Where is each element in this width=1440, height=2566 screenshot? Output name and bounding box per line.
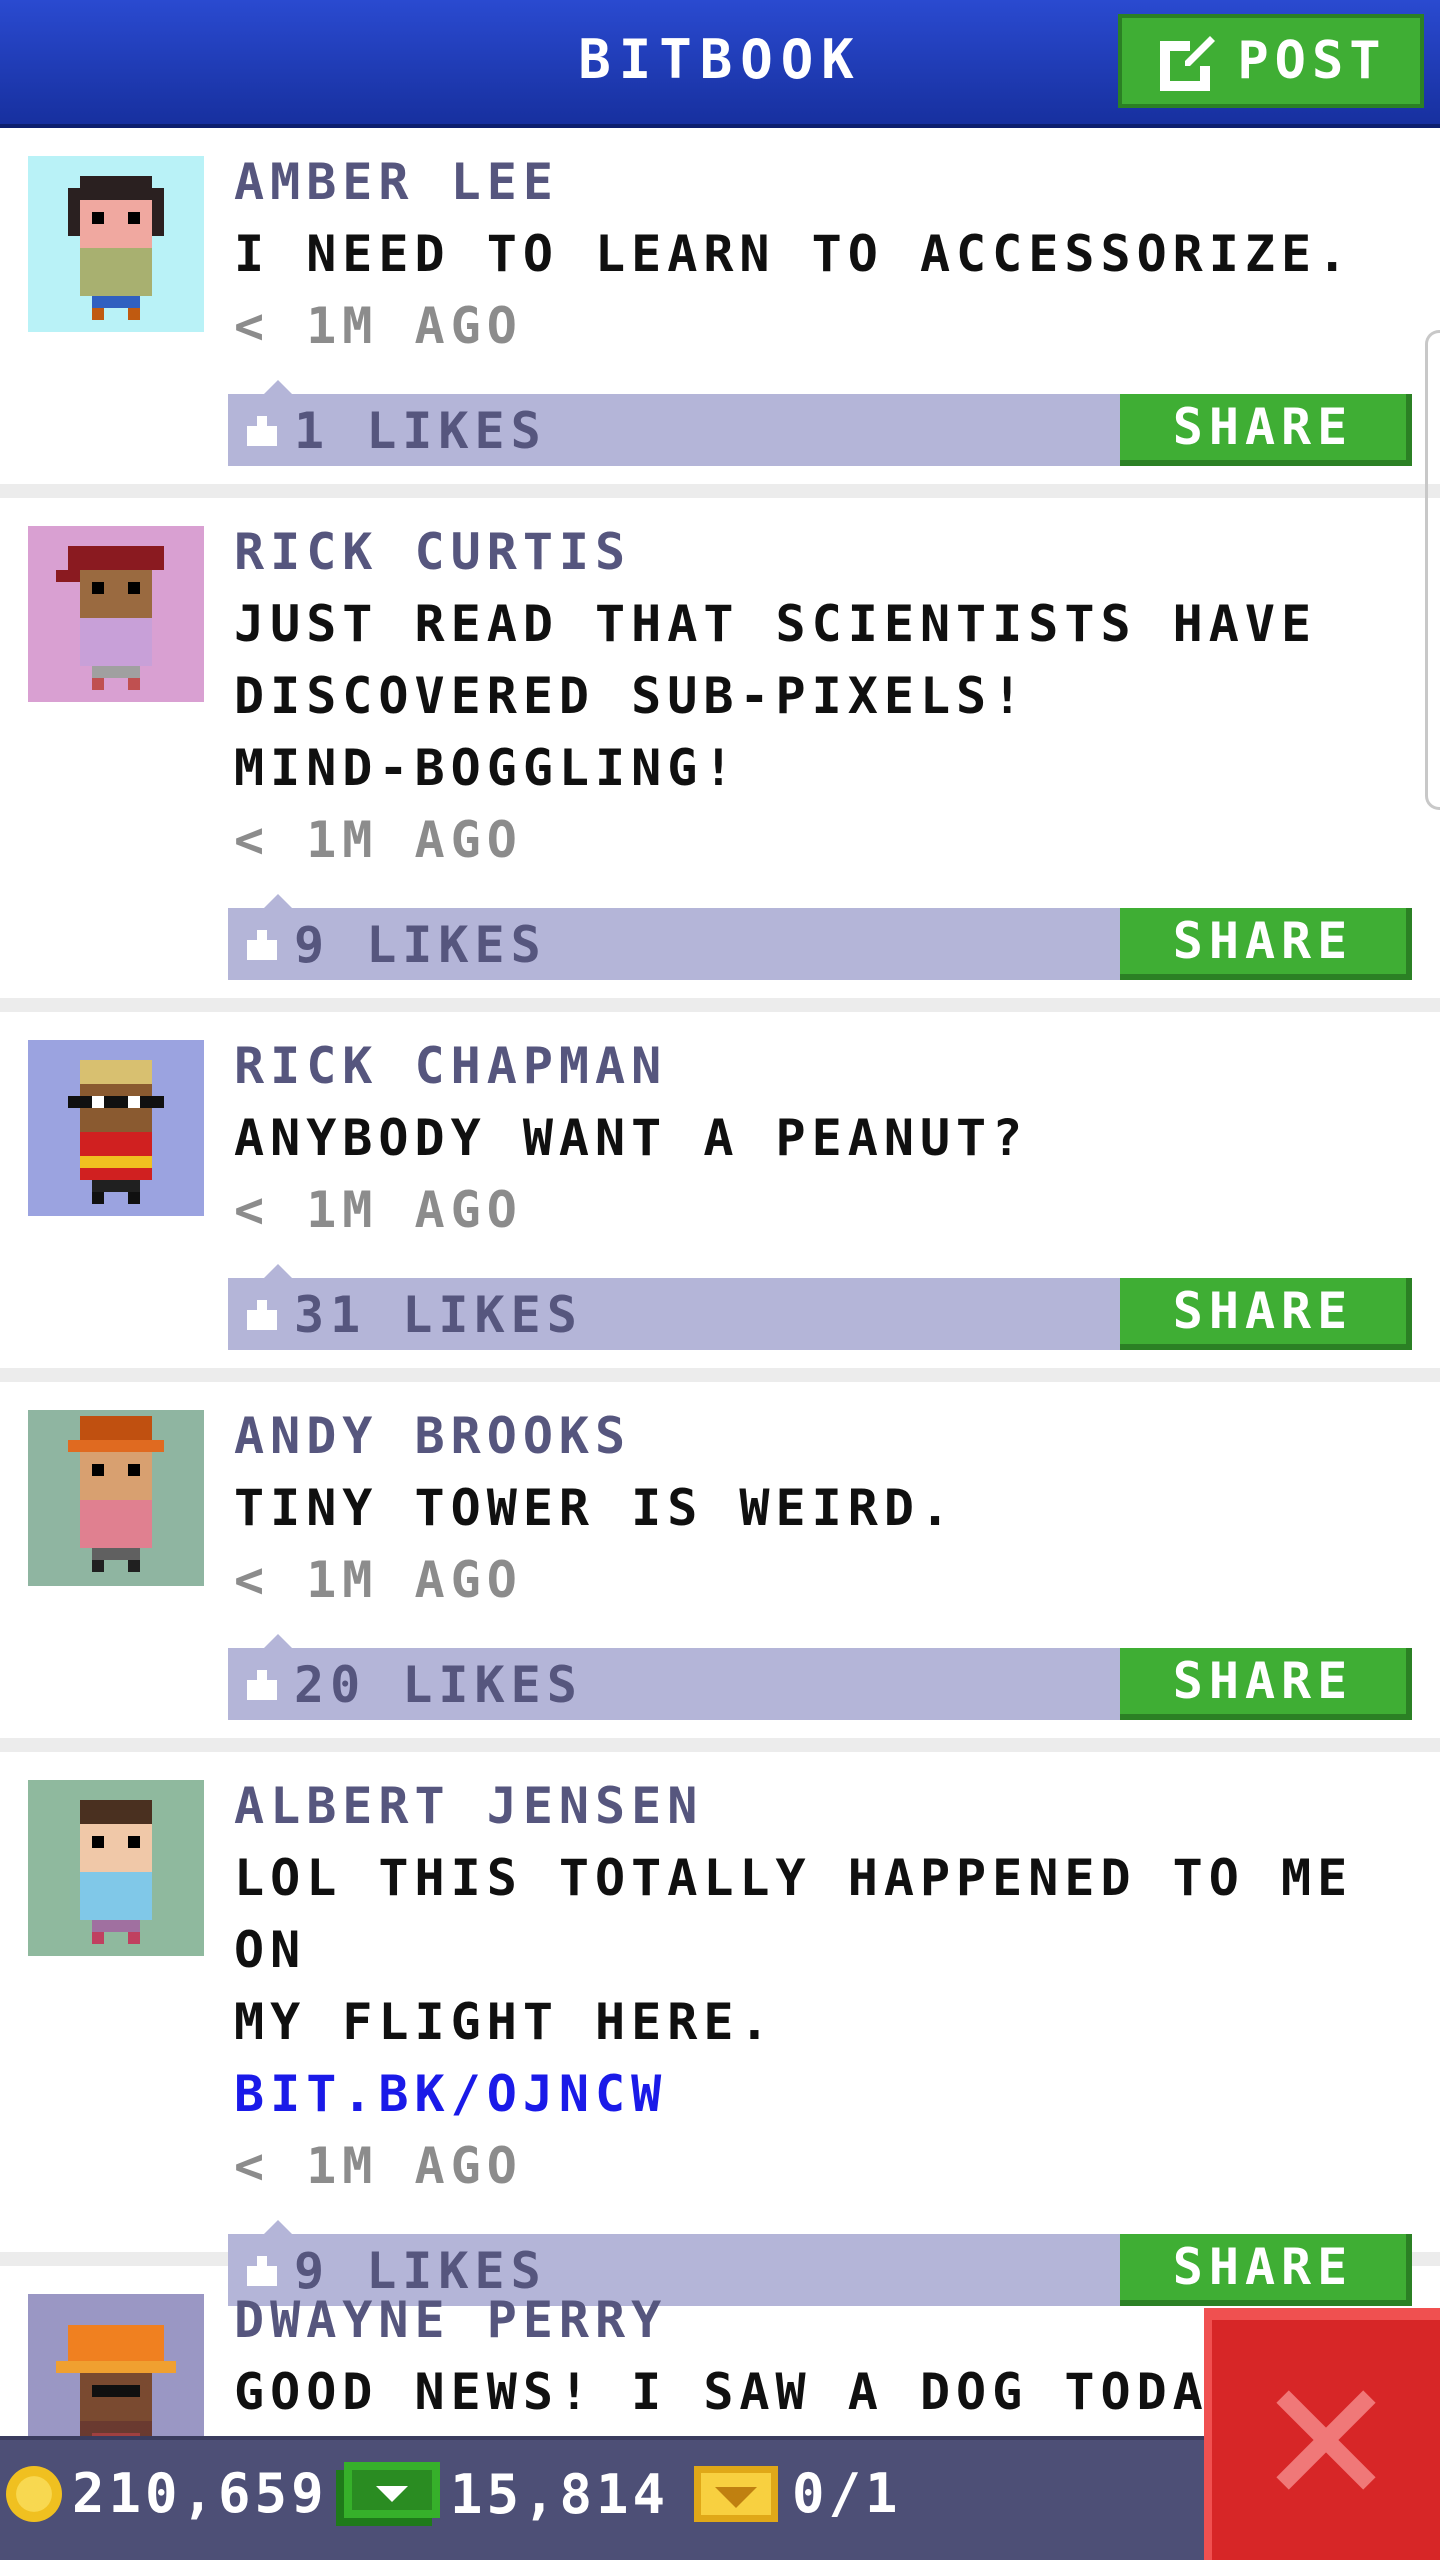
scrollbar[interactable] <box>1425 330 1440 810</box>
likes-count[interactable]: 1 LIKES <box>242 402 547 460</box>
likes-label: 31 LIKES <box>294 1286 583 1344</box>
likes-count[interactable]: 9 LIKES <box>242 916 547 974</box>
vip-ticket-icon <box>694 2465 778 2522</box>
likes-count[interactable]: 31 LIKES <box>242 1286 583 1344</box>
likes-bar: 9 LIKES SHARE <box>228 894 1412 980</box>
likes-bar: 1 LIKES SHARE <box>228 380 1412 466</box>
header-bar: BITBOOK POST <box>0 0 1440 128</box>
avatar <box>28 156 204 332</box>
post-time: < 1M AGO <box>234 297 523 355</box>
feed-list: AMBER LEE I NEED TO LEARN TO ACCESSORIZE… <box>0 128 1440 2566</box>
post-button[interactable]: POST <box>1118 14 1424 108</box>
post-time: < 1M AGO <box>234 1551 523 1609</box>
post-time: < 1M AGO <box>234 2137 523 2195</box>
feed-post: ANDY BROOKS TINY TOWER IS WEIRD. < 1M AG… <box>0 1382 1440 1752</box>
post-button-label: POST <box>1237 31 1387 91</box>
share-button[interactable]: SHARE <box>1120 394 1412 466</box>
avatar <box>28 1040 204 1216</box>
likes-bar: 20 LIKES SHARE <box>228 1634 1412 1720</box>
post-text: I NEED TO LEARN TO ACCESSORIZE. <box>234 225 1354 283</box>
feed-post: RICK CURTIS JUST READ THAT SCIENTISTS HA… <box>0 498 1440 1012</box>
feed-post: RICK CHAPMAN ANYBODY WANT A PEANUT? < 1M… <box>0 1012 1440 1382</box>
likes-bar: 31 LIKES SHARE <box>228 1264 1412 1350</box>
avatar <box>28 526 204 702</box>
coins-value: 210,659 <box>72 2462 328 2525</box>
thumbs-up-icon <box>247 1300 277 1330</box>
bux-stat: 15,814 <box>336 2462 669 2526</box>
thumbs-up-icon <box>247 1670 277 1700</box>
avatar-sprite <box>68 176 164 320</box>
likes-label: 1 LIKES <box>294 402 547 460</box>
post-author[interactable]: RICK CHAPMAN <box>234 1030 1424 1102</box>
post-text: MIND-BOGGLING! <box>234 739 740 797</box>
coin-icon <box>6 2465 62 2522</box>
post-author[interactable]: AMBER LEE <box>234 146 1424 218</box>
avatar-sprite <box>56 546 164 690</box>
bux-value: 15,814 <box>450 2462 670 2526</box>
avatar <box>28 1410 204 1586</box>
likes-label: 20 LIKES <box>294 1656 583 1714</box>
vip-stat: 0/1 <box>690 2462 902 2525</box>
post-time: < 1M AGO <box>234 1181 523 1239</box>
post-text: MY FLIGHT HERE. <box>234 1993 776 2051</box>
likes-label: 9 LIKES <box>294 916 547 974</box>
share-button[interactable]: SHARE <box>1120 908 1412 980</box>
post-time: < 1M AGO <box>234 811 523 869</box>
close-button[interactable] <box>1204 2308 1440 2560</box>
post-author[interactable]: ANDY BROOKS <box>234 1400 1424 1472</box>
avatar-sprite <box>68 1416 164 1572</box>
post-text: DISCOVERED SUB-PIXELS! <box>234 667 1029 725</box>
post-link[interactable]: BIT.BK/OJNCW <box>234 2058 1424 2130</box>
post-text: LOL THIS TOTALLY HAPPENED TO ME ON <box>234 1849 1354 1979</box>
post-text: TINY TOWER IS WEIRD. <box>234 1479 957 1537</box>
coins-stat: 210,659 <box>6 2462 328 2525</box>
share-button[interactable]: SHARE <box>1120 1278 1412 1350</box>
feed-post: ALBERT JENSEN LOL THIS TOTALLY HAPPENED … <box>0 1752 1440 2306</box>
post-text: ANYBODY WANT A PEANUT? <box>234 1109 1029 1167</box>
bux-icon <box>336 2462 440 2526</box>
vip-value: 0/1 <box>792 2462 902 2525</box>
close-icon <box>1276 2390 1376 2490</box>
post-author[interactable]: ALBERT JENSEN <box>234 1770 1424 1842</box>
avatar-sprite <box>68 1060 164 1204</box>
post-author[interactable]: RICK CURTIS <box>234 516 1424 588</box>
avatar <box>28 1780 204 1956</box>
edit-icon <box>1160 36 1216 91</box>
likes-count[interactable]: 20 LIKES <box>242 1656 583 1714</box>
thumbs-up-icon <box>247 416 277 446</box>
post-text: JUST READ THAT SCIENTISTS HAVE <box>234 595 1318 653</box>
share-button[interactable]: SHARE <box>1120 1648 1412 1720</box>
thumbs-up-icon <box>247 930 277 960</box>
feed-post: AMBER LEE I NEED TO LEARN TO ACCESSORIZE… <box>0 128 1440 498</box>
avatar-sprite <box>80 1800 152 1944</box>
